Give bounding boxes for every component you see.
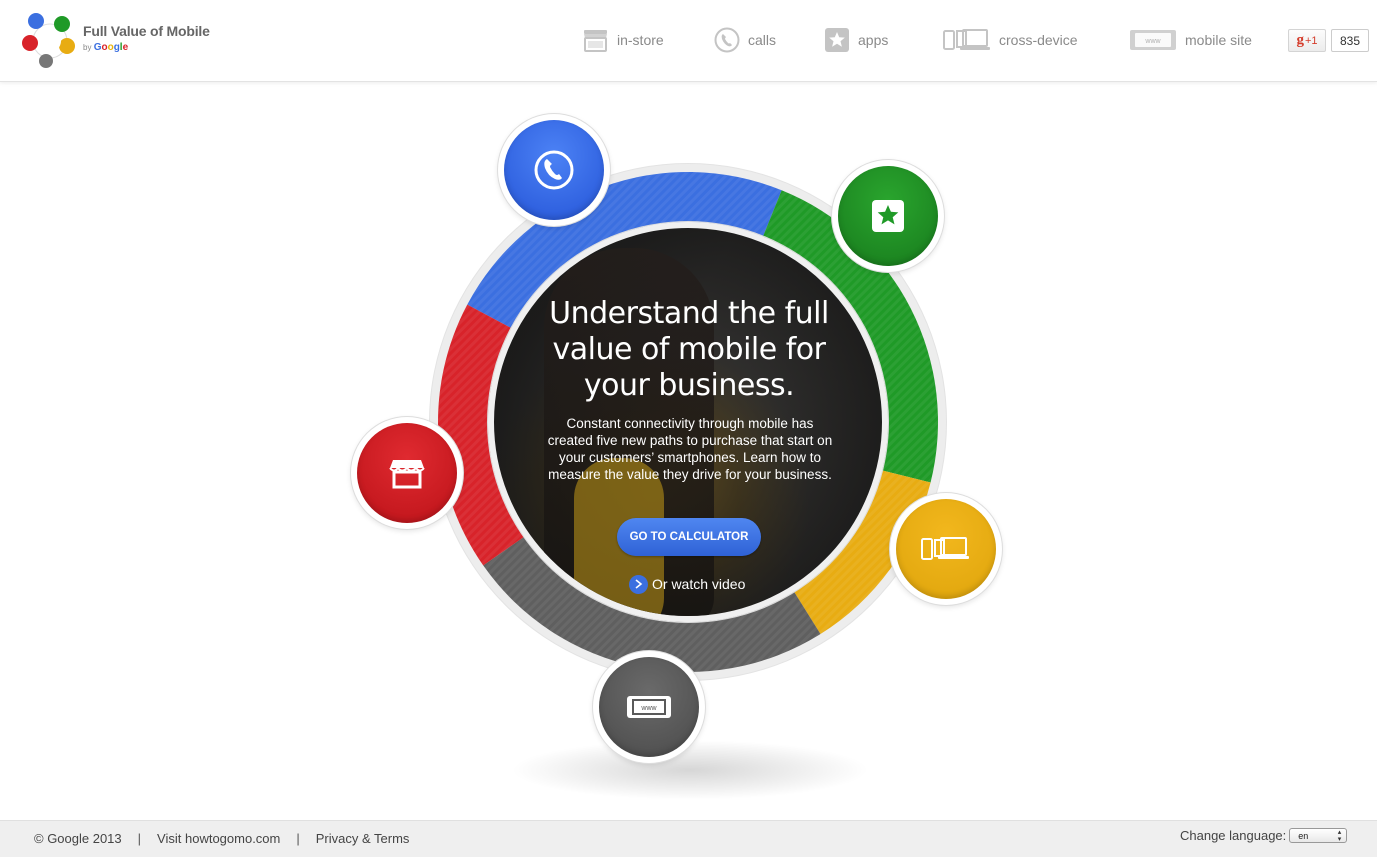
devices-icon [943,29,990,50]
store-icon [389,460,425,489]
go-to-calculator-button[interactable]: GO TO CALCULATOR [617,518,761,556]
select-arrows-icon: ▴ ▾ [1337,829,1342,843]
page: Full Value of Mobile by Google in-store … [0,0,1377,857]
apps-circle-button[interactable] [832,160,944,272]
google-plus-one-button[interactable]: g +1 [1288,29,1326,52]
ring-shadow [510,740,870,800]
devices-icon [921,537,969,560]
privacy-terms-link[interactable]: Privacy & Terms [316,831,410,846]
nav-apps[interactable]: apps [824,24,888,56]
footer-separator: | [296,831,300,846]
google-plus-icon: g [1296,32,1304,48]
hero-content: Understand the full value of mobile for … [494,228,882,616]
store-icon [584,30,607,52]
nav-calls-label: calls [748,32,777,48]
logo-title: Full Value of Mobile [83,23,210,39]
cross-device-circle-button[interactable] [890,493,1002,605]
nav-mobile-site-label: mobile site [1185,32,1252,48]
hero-description: Constant connectivity through mobile has… [547,416,833,482]
watch-video-link[interactable]: Or watch video [629,574,745,594]
hero-title: Understand the full value of mobile for … [549,296,829,403]
language-selector: Change language: en ▴ ▾ [1180,828,1348,843]
logo-by-google: by Google [83,42,128,53]
header: Full Value of Mobile by Google in-store … [0,0,1377,82]
nav-cross-device[interactable]: cross-device [943,24,1078,56]
language-select-value: en [1298,830,1309,841]
nav-calls[interactable]: calls [714,24,776,56]
plus-one-count: 835 [1331,29,1369,52]
apps-circle-fill [838,166,938,266]
footer-separator: | [137,831,142,846]
calls-circle-fill [504,120,604,220]
hero-circle: Understand the full value of mobile for … [488,222,888,622]
star-app-icon [872,200,904,232]
visit-howtogomo-link[interactable]: Visit howtogomo.com [157,831,280,846]
in-store-circle-fill [357,423,457,523]
mobile-site-circle-fill: www [599,657,699,757]
calls-circle-button[interactable] [498,114,610,226]
phone-icon [534,150,574,190]
footer: © Google 2013 | Visit howtogomo.com | Pr… [0,820,1377,857]
browser-www-text: www [640,705,657,712]
logo-link[interactable]: Full Value of Mobile by Google [20,12,220,68]
nav-apps-label: apps [858,32,889,48]
nav-in-store[interactable]: in-store [582,24,664,56]
plus-one-label: +1 [1304,34,1318,47]
mobile-site-circle-button[interactable]: www [593,651,705,763]
cross-device-circle-fill [896,499,996,599]
phone-icon [714,27,740,53]
footer-links: © Google 2013 | Visit howtogomo.com | Pr… [34,831,409,846]
google-letter: e [122,42,129,53]
browser-www-text: www [1144,38,1161,45]
copyright: © Google 2013 [34,831,122,846]
in-store-circle-button[interactable] [351,417,463,529]
language-select[interactable]: en ▴ ▾ [1289,828,1348,843]
browser-icon: www [1130,30,1176,50]
browser-icon: www [627,696,671,718]
nav-mobile-site[interactable]: www mobile site [1129,24,1252,56]
change-language-label: Change language: [1180,828,1287,843]
logo-by-text: by [83,43,92,52]
star-app-icon [825,28,849,52]
logo-icon [22,13,75,68]
nav-cross-device-label: cross-device [999,32,1078,48]
play-icon [629,574,648,594]
watch-video-label: Or watch video [652,576,746,592]
nav-in-store-label: in-store [617,32,664,48]
